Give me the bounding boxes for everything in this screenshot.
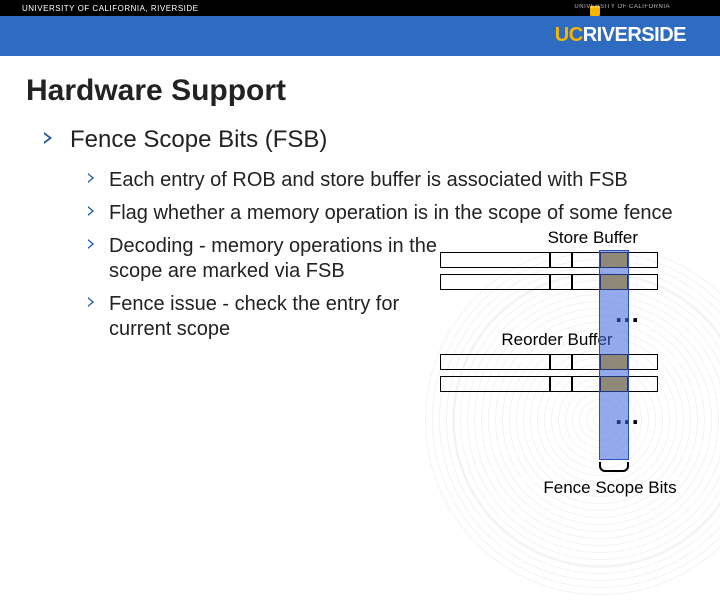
chevron-icon xyxy=(88,297,99,308)
bullet-group: Each entry of ROB and store buffer is as… xyxy=(26,168,694,342)
grid-cell xyxy=(628,354,658,370)
grid-cell-highlight xyxy=(600,354,628,370)
bullet-text: Fence issue - check the entry for curren… xyxy=(109,292,444,342)
chevron-icon xyxy=(44,132,58,146)
logo-uc: UC xyxy=(555,24,583,46)
table-row xyxy=(440,376,658,392)
grid-cell xyxy=(628,376,658,392)
table-row xyxy=(440,354,658,370)
header-blue-bar: UCRIVERSIDE xyxy=(0,16,720,56)
bullet-text: Decoding - memory operations in the scop… xyxy=(109,234,444,284)
ellipsis: … xyxy=(440,404,680,422)
reorder-buffer-grid xyxy=(440,354,680,398)
slide-content: Hardware Support Fence Scope Bits (FSB) … xyxy=(0,56,720,342)
bullet-level1-text: Fence Scope Bits (FSB) xyxy=(70,126,327,154)
grid-cell xyxy=(550,376,572,392)
header-left-text: UNIVERSITY OF CALIFORNIA, RIVERSIDE xyxy=(22,4,199,13)
bullet-level2: Fence issue - check the entry for curren… xyxy=(88,292,694,342)
bullet-level2: Decoding - memory operations in the scop… xyxy=(88,234,694,284)
fsb-label: Fence Scope Bits xyxy=(490,478,720,498)
chevron-icon xyxy=(88,239,99,250)
chevron-icon xyxy=(88,206,99,217)
ucr-logo: UCRIVERSIDE xyxy=(555,24,686,47)
header-right-text: UNIVERSITY OF CALIFORNIA xyxy=(574,4,670,10)
bullet-text: Each entry of ROB and store buffer is as… xyxy=(109,168,628,193)
bullet-text: Flag whether a memory operation is in th… xyxy=(109,201,673,226)
grid-cell xyxy=(550,354,572,370)
logo-riverside: RIVERSIDE xyxy=(583,24,686,46)
slide-header: UNIVERSITY OF CALIFORNIA, RIVERSIDE UNIV… xyxy=(0,0,720,56)
grid-cell xyxy=(440,376,550,392)
bullet-level1: Fence Scope Bits (FSB) xyxy=(44,126,694,154)
header-black-strip: UNIVERSITY OF CALIFORNIA, RIVERSIDE UNIV… xyxy=(0,0,720,16)
bullet-level2: Each entry of ROB and store buffer is as… xyxy=(88,168,694,193)
grid-cell xyxy=(572,376,600,392)
grid-cell xyxy=(440,354,550,370)
chevron-icon xyxy=(88,173,99,184)
grid-cell xyxy=(572,354,600,370)
grid-cell-highlight xyxy=(600,376,628,392)
slide-title: Hardware Support xyxy=(26,74,694,108)
brace-icon xyxy=(599,462,629,472)
bullet-level2: Flag whether a memory operation is in th… xyxy=(88,201,694,226)
